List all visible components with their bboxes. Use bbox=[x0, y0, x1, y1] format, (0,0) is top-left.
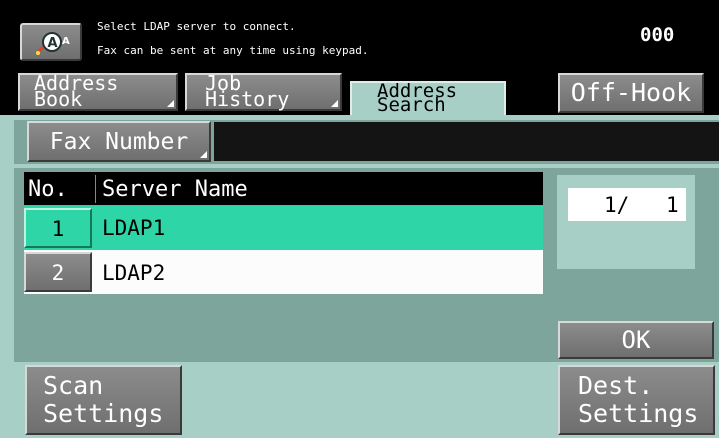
row-number-button[interactable]: 1 bbox=[24, 208, 92, 248]
page-indicator: 1/ 1 bbox=[568, 188, 686, 221]
fax-number-button[interactable]: Fax Number bbox=[27, 121, 211, 162]
search-input[interactable] bbox=[214, 122, 719, 161]
row-number-button[interactable]: 2 bbox=[24, 252, 92, 292]
ok-button[interactable]: OK bbox=[558, 321, 714, 359]
server-name: LDAP2 bbox=[102, 261, 166, 285]
tab-address-book-label-2: Book bbox=[34, 87, 83, 111]
header-message-line1: Select LDAP server to connect. bbox=[97, 20, 296, 33]
svg-text:A: A bbox=[48, 36, 58, 51]
tab-address-search[interactable]: Address Search bbox=[350, 81, 506, 115]
dest-settings-button[interactable]: Dest. Settings bbox=[558, 365, 715, 435]
scan-settings-label-2: Settings bbox=[43, 399, 164, 428]
header-message-line2: Fax can be sent at any time using keypad… bbox=[97, 44, 369, 57]
page-total: 1 bbox=[666, 193, 679, 217]
ok-label: OK bbox=[621, 326, 651, 354]
row-number: 1 bbox=[51, 217, 65, 241]
dest-settings-label-2: Settings bbox=[578, 399, 699, 428]
page-current: 1/ bbox=[604, 193, 630, 217]
job-counter: 000 bbox=[640, 24, 675, 46]
off-hook-button[interactable]: Off-Hook bbox=[558, 73, 704, 113]
server-name: LDAP1 bbox=[102, 216, 166, 240]
tab-job-history-label-2: History bbox=[205, 87, 290, 111]
corner-mark bbox=[200, 151, 207, 158]
svg-text:A: A bbox=[62, 36, 70, 47]
dest-settings-label-1: Dest. bbox=[578, 371, 654, 400]
column-header-server-name: Server Name bbox=[102, 177, 248, 202]
copier-panel-screen: A A Select LDAP server to connect. Fax c… bbox=[0, 0, 719, 438]
corner-mark bbox=[331, 100, 338, 107]
tab-job-history[interactable]: Job History bbox=[185, 73, 342, 111]
row-number: 2 bbox=[51, 261, 65, 285]
corner-mark bbox=[167, 100, 174, 107]
help-person-icon: A A bbox=[34, 29, 74, 61]
scan-settings-label-1: Scan bbox=[43, 371, 104, 400]
off-hook-label: Off-Hook bbox=[570, 78, 692, 107]
scan-settings-button[interactable]: Scan Settings bbox=[25, 365, 182, 435]
tab-address-book[interactable]: Address Book bbox=[18, 73, 178, 111]
column-divider bbox=[95, 175, 96, 203]
tab-address-search-label-2: Search bbox=[377, 94, 446, 116]
help-button[interactable]: A A bbox=[20, 23, 82, 61]
fax-number-label: Fax Number bbox=[49, 129, 189, 155]
column-header-no: No. bbox=[28, 177, 68, 202]
